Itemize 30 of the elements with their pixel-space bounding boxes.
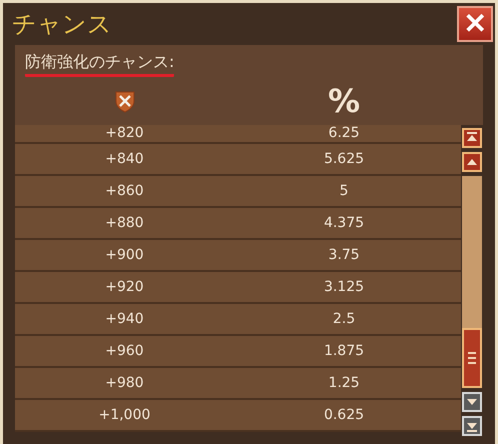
table-cell: +980 [105, 375, 144, 391]
table-cell: 5 [340, 183, 348, 199]
table-cell: +960 [105, 343, 144, 359]
table-cell: 1.875 [324, 343, 364, 359]
table-cell: +820 [105, 126, 144, 140]
column-header: % [328, 82, 360, 120]
scroll-down-button[interactable] [462, 392, 482, 412]
table-cell: +880 [105, 215, 144, 231]
scroll-up-button[interactable] [462, 152, 482, 172]
scroll-down-button[interactable] [462, 416, 482, 436]
section-heading: 防衛強化のチャンス: [25, 52, 174, 77]
table-cell: 1.25 [328, 375, 360, 391]
scrollbar-thumb[interactable] [462, 328, 482, 388]
table-cell: +860 [105, 183, 144, 199]
window-title: チャンス [12, 9, 112, 40]
table-cell: 6.25 [328, 126, 360, 140]
table-cell: 3.75 [328, 247, 360, 263]
table-cell: 0.625 [324, 407, 364, 423]
table-cell: 3.125 [324, 279, 364, 295]
table-cell: +920 [105, 279, 144, 295]
table-cell: +900 [105, 247, 144, 263]
table-cell: +1,000 [98, 407, 150, 423]
scroll-up-button[interactable] [462, 128, 482, 148]
scrollbar-track[interactable] [462, 176, 482, 388]
table-cell: 5.625 [324, 151, 364, 167]
table-cell: 4.375 [324, 215, 364, 231]
table-cell: +840 [105, 151, 144, 167]
close-button[interactable]: ✕ [457, 6, 493, 42]
table-cell: 2.5 [332, 311, 356, 327]
table-cell: +940 [105, 311, 144, 327]
